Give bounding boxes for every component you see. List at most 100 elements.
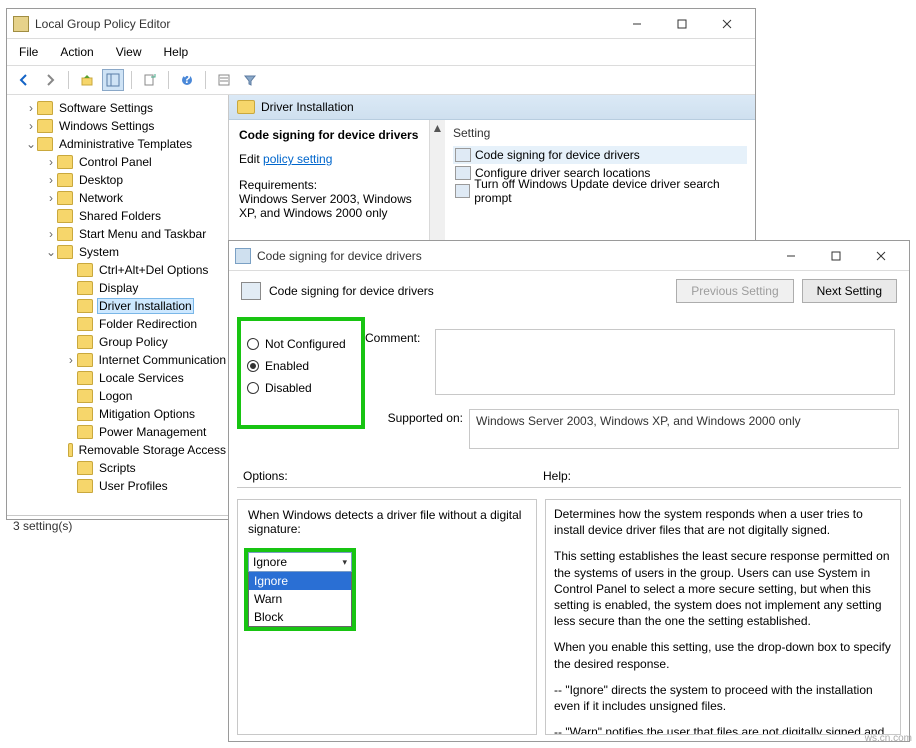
radio-icon: [247, 338, 259, 350]
export-button[interactable]: [139, 69, 161, 91]
tree-node-display[interactable]: Display: [7, 279, 228, 297]
tree-node-user-profiles[interactable]: User Profiles: [7, 477, 228, 495]
dropdown-selected[interactable]: Ignore ▾: [248, 552, 352, 572]
policy-tree[interactable]: ›Software Settings ›Windows Settings ⌄Ad…: [7, 95, 229, 515]
setting-icon: [455, 184, 470, 198]
folder-icon: [237, 100, 255, 114]
requirements-label: Requirements:: [239, 178, 419, 192]
setting-row[interactable]: Turn off Windows Update device driver se…: [453, 182, 747, 200]
show-tree-button[interactable]: [102, 69, 124, 91]
tree-node-scripts[interactable]: Scripts: [7, 459, 228, 477]
properties-button[interactable]: [213, 69, 235, 91]
edit-policy-link[interactable]: policy setting: [263, 152, 332, 166]
comment-field[interactable]: [435, 329, 895, 395]
gpedit-menubar: File Action View Help: [7, 39, 755, 66]
previous-setting-button[interactable]: Previous Setting: [676, 279, 793, 303]
maximize-button[interactable]: [659, 10, 704, 38]
options-pane: When Windows detects a driver file witho…: [237, 499, 537, 735]
radio-disabled[interactable]: Disabled: [247, 381, 355, 395]
tree-node-shared-folders[interactable]: Shared Folders: [7, 207, 228, 225]
gpedit-toolbar: ?: [7, 66, 755, 95]
menu-action[interactable]: Action: [56, 43, 97, 61]
tree-node-desktop[interactable]: ›Desktop: [7, 171, 228, 189]
dropdown-item-ignore[interactable]: Ignore: [249, 572, 351, 590]
dropdown-item-block[interactable]: Block: [249, 608, 351, 626]
scroll-up-icon[interactable]: ▲: [430, 120, 445, 136]
help-button[interactable]: ?: [176, 69, 198, 91]
dropdown-selected-label: Ignore: [253, 555, 287, 569]
dialog-minimize-button[interactable]: [768, 242, 813, 270]
dropdown-item-warn[interactable]: Warn: [249, 590, 351, 608]
setting-label: Turn off Windows Update device driver se…: [474, 177, 745, 205]
minimize-button[interactable]: [614, 10, 659, 38]
forward-button[interactable]: [39, 69, 61, 91]
dialog-close-button[interactable]: [858, 242, 903, 270]
status-text: 3 setting(s): [13, 519, 72, 533]
supported-label: Supported on:: [365, 409, 463, 425]
help-paragraph: Determines how the system responds when …: [554, 506, 892, 538]
help-paragraph: When you enable this setting, use the dr…: [554, 639, 892, 671]
tree-node-windows-settings[interactable]: ›Windows Settings: [7, 117, 228, 135]
radio-icon: [247, 360, 259, 372]
help-pane[interactable]: Determines how the system responds when …: [545, 499, 901, 735]
radio-not-configured[interactable]: Not Configured: [247, 337, 355, 351]
menu-help[interactable]: Help: [160, 43, 193, 61]
tree-node-mitigation[interactable]: Mitigation Options: [7, 405, 228, 423]
dialog-toolbar-label: Code signing for device drivers: [269, 284, 434, 298]
state-radio-group: Not Configured Enabled Disabled: [237, 317, 365, 429]
back-button[interactable]: [13, 69, 35, 91]
tree-node-driver-installation[interactable]: Driver Installation: [7, 297, 228, 315]
radio-icon: [247, 382, 259, 394]
help-paragraph: This setting establishes the least secur…: [554, 548, 892, 629]
tree-node-system[interactable]: ⌄System: [7, 243, 228, 261]
menu-view[interactable]: View: [112, 43, 146, 61]
help-paragraph: -- "Warn" notifies the user that files a…: [554, 724, 892, 735]
policy-icon: [241, 282, 261, 300]
help-paragraph: -- "Ignore" directs the system to procee…: [554, 682, 892, 714]
dialog-toolbar: Code signing for device drivers Previous…: [229, 271, 909, 311]
option-question: When Windows detects a driver file witho…: [248, 508, 526, 536]
detail-header: Driver Installation: [229, 95, 755, 120]
tree-node-software-settings[interactable]: ›Software Settings: [7, 99, 228, 117]
tree-node-removable[interactable]: Removable Storage Access: [7, 441, 228, 459]
policy-dialog: Code signing for device drivers Code sig…: [228, 240, 910, 742]
tree-node-admin-templates[interactable]: ⌄Administrative Templates: [7, 135, 228, 153]
chevron-down-icon: ▾: [342, 557, 347, 568]
radio-enabled[interactable]: Enabled: [247, 359, 355, 373]
comment-label: Comment:: [365, 329, 435, 345]
tree-node-group-policy[interactable]: Group Policy: [7, 333, 228, 351]
radio-label: Not Configured: [265, 337, 346, 351]
options-section-label: Options:: [243, 469, 543, 483]
radio-label: Enabled: [265, 359, 309, 373]
dialog-maximize-button[interactable]: [813, 242, 858, 270]
gpedit-app-icon: [13, 16, 29, 32]
policy-title: Code signing for device drivers: [239, 128, 419, 142]
menu-file[interactable]: File: [15, 43, 42, 61]
up-level-button[interactable]: [76, 69, 98, 91]
dialog-title: Code signing for device drivers: [257, 249, 768, 263]
requirements-text: Windows Server 2003, Windows XP, and Win…: [239, 192, 419, 220]
tree-node-logon[interactable]: Logon: [7, 387, 228, 405]
gpedit-titlebar[interactable]: Local Group Policy Editor: [7, 9, 755, 39]
detail-header-label: Driver Installation: [261, 100, 354, 114]
filter-button[interactable]: [239, 69, 261, 91]
tree-node-power[interactable]: Power Management: [7, 423, 228, 441]
dialog-titlebar[interactable]: Code signing for device drivers: [229, 241, 909, 271]
next-setting-button[interactable]: Next Setting: [802, 279, 897, 303]
close-button[interactable]: [704, 10, 749, 38]
signature-action-dropdown[interactable]: Ignore ▾ Ignore Warn Block: [244, 548, 356, 631]
column-setting[interactable]: Setting: [453, 126, 747, 140]
tree-node-start-taskbar[interactable]: ›Start Menu and Taskbar: [7, 225, 228, 243]
tree-node-internet-comm[interactable]: ›Internet Communication: [7, 351, 228, 369]
tree-node-network[interactable]: ›Network: [7, 189, 228, 207]
source-watermark: ws.cn.com: [865, 733, 912, 744]
tree-node-locale[interactable]: Locale Services: [7, 369, 228, 387]
tree-node-control-panel[interactable]: ›Control Panel: [7, 153, 228, 171]
dropdown-list: Ignore Warn Block: [248, 572, 352, 627]
tree-node-ctrlaltdel[interactable]: Ctrl+Alt+Del Options: [7, 261, 228, 279]
tree-node-folder-redir[interactable]: Folder Redirection: [7, 315, 228, 333]
help-section-label: Help:: [543, 469, 899, 483]
supported-text: Windows Server 2003, Windows XP, and Win…: [469, 409, 899, 449]
setting-row[interactable]: Code signing for device drivers: [453, 146, 747, 164]
gpedit-title: Local Group Policy Editor: [35, 17, 614, 31]
